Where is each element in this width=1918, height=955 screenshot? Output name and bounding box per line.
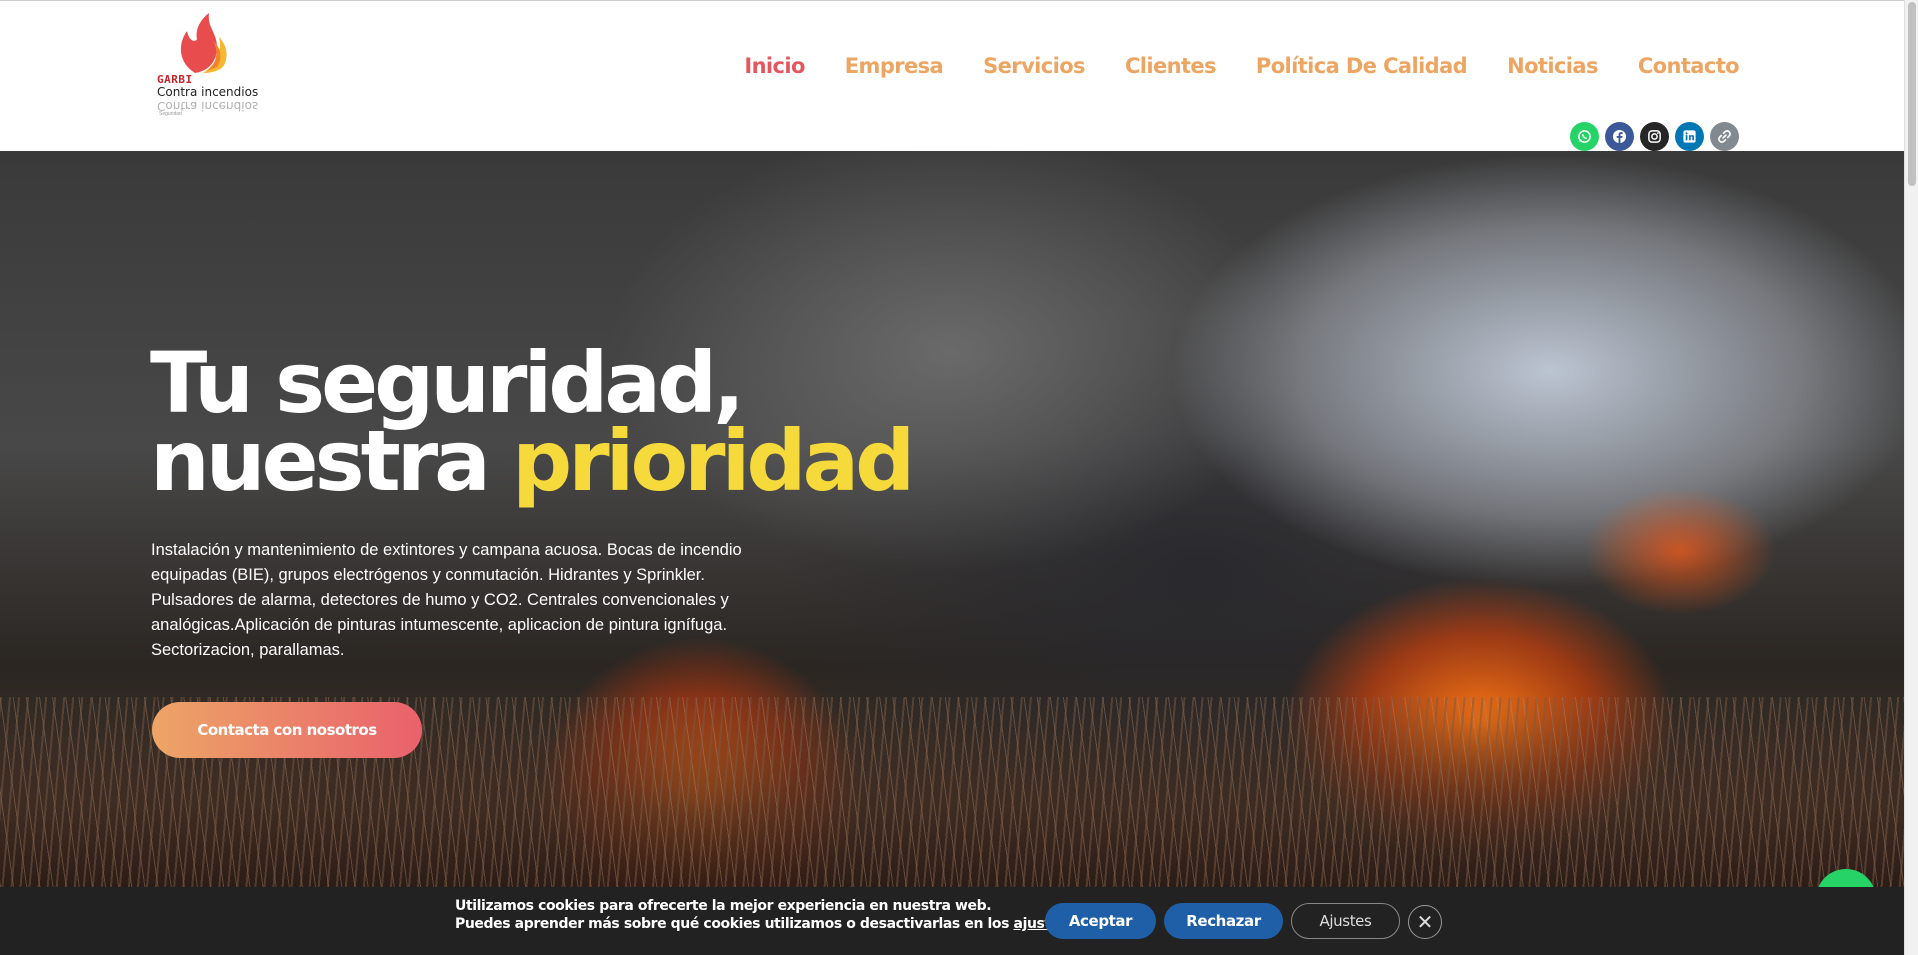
nav-item-servicios[interactable]: Servicios: [983, 54, 1085, 78]
cookie-banner: Utilizamos cookies para ofrecerte la mej…: [0, 887, 1904, 955]
instagram-icon[interactable]: [1640, 122, 1669, 151]
site-header: GARBI Contra incendios Contra incendios …: [0, 0, 1904, 151]
whatsapp-icon[interactable]: [1570, 122, 1599, 151]
nav-item-clientes[interactable]: Clientes: [1125, 54, 1217, 78]
logo-subtitle: Contra incendios: [157, 85, 259, 99]
nav-item-empresa[interactable]: Empresa: [845, 54, 944, 78]
linkedin-icon[interactable]: [1675, 122, 1704, 151]
contact-us-button[interactable]: Contacta con nosotros: [152, 702, 422, 758]
hero-section: Tu seguridad, nuestra prioridad Instalac…: [0, 151, 1904, 887]
nav-item-politica-de-calidad[interactable]: Política De Calidad: [1256, 54, 1468, 78]
cookie-message-line2-text: Puedes aprender más sobre qué cookies ut…: [455, 916, 1014, 932]
page-scrollbar[interactable]: [1904, 0, 1918, 955]
cookie-message: Utilizamos cookies para ofrecerte la mej…: [455, 897, 1073, 933]
hero-description: Instalación y mantenimiento de extintore…: [151, 541, 742, 659]
logo-tagline: Seguridad: [159, 111, 182, 117]
flame-logo-icon: [180, 13, 227, 73]
cookie-message-line2: Puedes aprender más sobre qué cookies ut…: [455, 915, 1073, 933]
main-nav: Inicio Empresa Servicios Clientes Políti…: [704, 54, 1739, 78]
logo[interactable]: GARBI Contra incendios Contra incendios …: [155, 13, 265, 117]
nav-item-inicio[interactable]: Inicio: [744, 54, 805, 78]
nav-item-noticias[interactable]: Noticias: [1507, 54, 1598, 78]
social-links: [1570, 122, 1739, 151]
scrollbar-thumb[interactable]: [1908, 2, 1916, 186]
hero-title-highlight: prioridad: [512, 412, 915, 510]
cookie-message-line1: Utilizamos cookies para ofrecerte la mej…: [455, 898, 992, 914]
cookie-settings-button[interactable]: Ajustes: [1291, 903, 1400, 939]
reject-cookies-button[interactable]: Rechazar: [1164, 903, 1283, 939]
accept-cookies-button[interactable]: Aceptar: [1045, 903, 1156, 939]
hero-title-line2a: nuestra: [150, 412, 491, 510]
facebook-icon[interactable]: [1605, 122, 1634, 151]
nav-item-contacto[interactable]: Contacto: [1638, 54, 1740, 78]
link-icon[interactable]: [1710, 122, 1739, 151]
hero-title: Tu seguridad, nuestra prioridad: [150, 341, 915, 503]
close-icon[interactable]: ✕: [1408, 905, 1442, 939]
